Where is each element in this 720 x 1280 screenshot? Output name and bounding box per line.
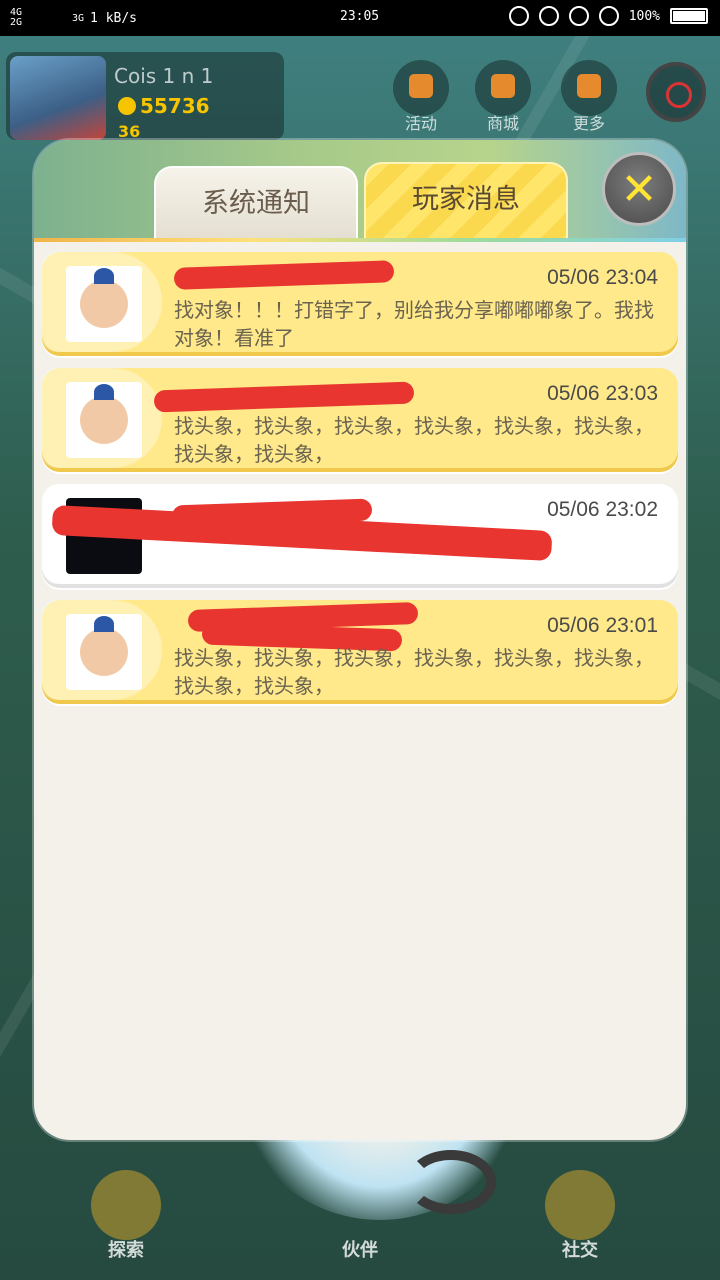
list-item[interactable]: 05/06 23:02 (42, 484, 678, 588)
more-button[interactable]: 更多 (558, 60, 620, 134)
signal-icon: 4G 2G (10, 7, 23, 28)
signal-3g-label: 3G (72, 12, 85, 24)
shop-label: 商城 (486, 114, 519, 133)
gift-icon (393, 60, 449, 116)
message-time: 05/06 23:04 (547, 266, 658, 289)
redaction-mark (153, 381, 415, 413)
message-list: 05/06 23:04 找对象！！！打错字了，别给我分享嘟嘟嘟象了。我找对象！看… (42, 252, 678, 716)
shop-icon (475, 60, 531, 116)
list-item[interactable]: 05/06 23:04 找对象！！！打错字了，别给我分享嘟嘟嘟象了。我找对象！看… (42, 252, 678, 356)
player-avatar[interactable] (10, 56, 106, 140)
message-dialog: 系统通知 玩家消息 ✕ 05/06 23:04 找对象！！！打错字了，别给我分享… (34, 140, 686, 1140)
compass-button[interactable] (646, 62, 706, 122)
nav-social[interactable]: 社交 (530, 1170, 630, 1262)
lock-icon (538, 6, 559, 26)
social-icon (545, 1170, 615, 1240)
tab-player-messages[interactable]: 玩家消息 (364, 162, 568, 238)
events-button[interactable]: 活动 (390, 60, 452, 134)
close-icon: ✕ (620, 164, 658, 215)
more-label: 更多 (572, 114, 605, 133)
swirl-decoration (406, 1150, 496, 1214)
avatar-frame (42, 368, 162, 468)
message-body: 找对象！！！打错字了，别给我分享嘟嘟嘟象了。我找对象！看准了 (174, 298, 654, 350)
redaction-mark (173, 260, 395, 290)
avatar-frame (42, 600, 162, 700)
avatar-frame (42, 252, 162, 352)
dialog-header (34, 140, 686, 242)
message-time: 05/06 23:02 (547, 498, 658, 521)
message-body: 找头象，找头象，找头象，找头象，找头象，找头象，找头象，找头象， (174, 646, 654, 698)
coin-count: 55736 (118, 94, 210, 118)
nav-explore-label: 探索 (108, 1240, 144, 1261)
nav-social-label: 社交 (562, 1240, 598, 1261)
message-time: 05/06 23:01 (547, 614, 658, 637)
events-label: 活动 (404, 114, 437, 133)
list-item[interactable]: 05/06 23:01 找头象，找头象，找头象，找头象，找头象，找头象，找头象，… (42, 600, 678, 704)
player-card[interactable]: Cois 1 n 1 55736 36 (6, 52, 284, 141)
player-name: Cois 1 n 1 (114, 64, 214, 88)
nav-partner-label: 伙伴 (342, 1240, 378, 1261)
player-level: 36 (118, 122, 141, 141)
close-button[interactable]: ✕ (602, 152, 676, 226)
list-item[interactable]: 05/06 23:03 找头象，找头象，找头象，找头象，找头象，找头象，找头象，… (42, 368, 678, 472)
coin-icon (118, 97, 136, 115)
shop-button[interactable]: 商城 (472, 60, 534, 134)
status-icons: 100% (508, 6, 708, 26)
more-icon (561, 60, 617, 116)
battery-level: 100% (628, 8, 660, 24)
battery-icon (670, 8, 708, 24)
status-bar: 4G 2G 3G 1 kB/s 23:05 100% (0, 0, 720, 36)
network-speed: 1 kB/s (90, 10, 138, 26)
location-icon (568, 6, 589, 26)
avatar[interactable] (66, 266, 142, 342)
tab-system-notice[interactable]: 系统通知 (154, 166, 358, 238)
avatar[interactable] (66, 382, 142, 458)
map-pin-icon (91, 1170, 161, 1240)
vibrate-icon (508, 6, 529, 26)
clock: 23:05 (340, 9, 380, 24)
alarm-icon (598, 6, 619, 26)
message-time: 05/06 23:03 (547, 382, 658, 405)
nav-explore[interactable]: 探索 (76, 1170, 176, 1262)
header-divider (34, 238, 686, 242)
avatar[interactable] (66, 614, 142, 690)
message-body: 找头象，找头象，找头象，找头象，找头象，找头象，找头象，找头象， (174, 414, 654, 466)
